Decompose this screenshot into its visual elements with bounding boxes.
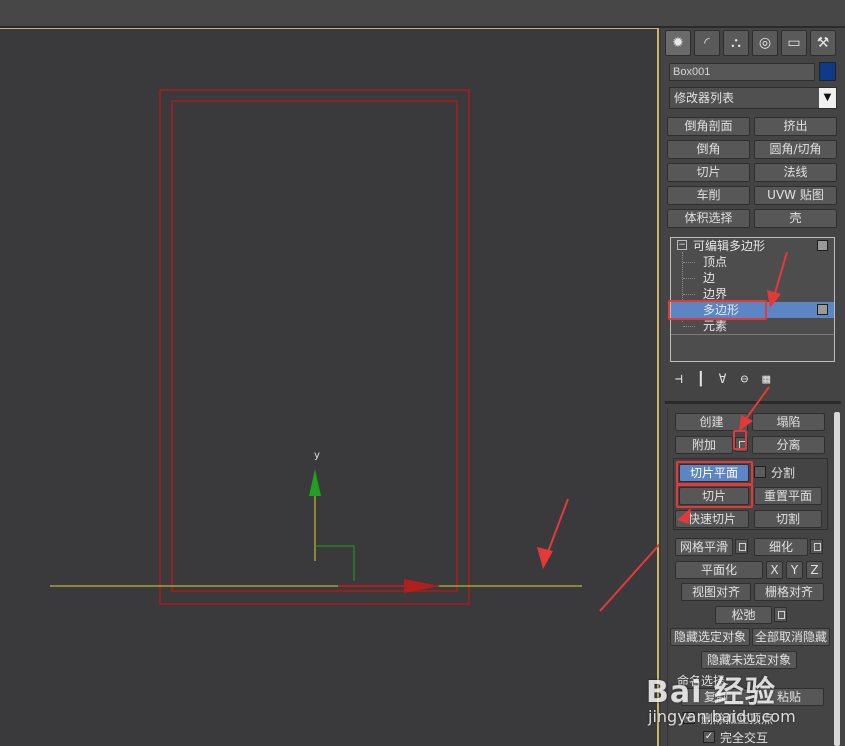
panel-scrollbar-thumb[interactable] [834,412,840,746]
motion-icon[interactable]: ◎ [752,30,778,56]
highlight-slice-plane [676,461,753,485]
show-end-result-icon[interactable] [817,240,828,251]
meshsmooth-settings-icon[interactable] [735,539,748,554]
stack-item-label: 边 [703,271,716,285]
reset-plane-button[interactable]: 重置平面 [754,487,822,505]
modifier-bevel-button[interactable]: 倒角 [667,140,750,159]
annotation-arrow-panel [739,386,770,431]
tessellate-button[interactable]: 细化 [754,538,808,556]
stack-item-vertex[interactable]: 顶点 [671,254,834,270]
modifier-normal-button[interactable]: 法线 [754,163,837,182]
hide-selected-button[interactable]: 隐藏选定对象 [670,628,750,646]
modifier-list-label: 修改器列表 [674,91,735,105]
cut-button[interactable]: 切割 [754,510,822,528]
highlight-polygon-box [668,300,767,320]
utilities-icon[interactable]: ⚒ [810,30,836,56]
quickslice-arrow-head [677,508,691,524]
display-icon[interactable]: ▭ [781,30,807,56]
command-panel-tabs: ✹ ◜ ⛬ ◎ ▭ ⚒ [665,30,836,56]
modifier-bevel-profile-button[interactable]: 倒角剖面 [667,117,750,136]
modifier-vol-select-button[interactable]: 体积选择 [667,209,750,228]
top-toolbar-strip [0,0,845,28]
viewport-canvas [50,89,659,612]
stack-item-element[interactable]: 元素 [671,318,834,334]
modifier-uvw-map-button[interactable]: UVW 贴图 [754,186,837,205]
gizmo-y-label: y [314,450,320,461]
annotation-arrow-head [537,547,553,569]
split-label: 分割 [771,466,796,480]
stack-item-label: 顶点 [703,255,728,269]
view-align-button[interactable]: 视图对齐 [681,583,751,601]
pin-stack-icon[interactable]: ⊣ [675,372,683,387]
create-icon[interactable]: ✹ [665,30,691,56]
modifier-lathe-button[interactable]: 车削 [667,186,750,205]
make-unique-icon[interactable]: ∀ [719,372,727,387]
delete-isolated-label: 删除孤立顶点 [701,712,774,726]
split-checkbox[interactable] [754,466,766,478]
collapse-icon[interactable]: − [677,240,687,250]
modifier-slice-button[interactable]: 切片 [667,163,750,182]
copy-button[interactable]: 复制 [681,688,751,706]
full-interactivity-label: 完全交互 [720,731,769,745]
command-panel: ✹ ◜ ⛬ ◎ ▭ ⚒ Box001 修改器列表 ▼ 倒角剖面 挤出 倒角 圆角… [661,28,845,746]
object-color-swatch[interactable] [819,62,836,81]
hierarchy-icon[interactable]: ⛬ [723,30,749,56]
stack-divider [671,334,834,335]
named-selections-label: 命名选择: [677,674,730,688]
stack-item-editable-poly[interactable]: − 可编辑多边形 [671,238,834,254]
perspective-viewport[interactable]: y [0,28,659,746]
gizmo-plane-handle [315,545,355,581]
relax-settings-icon[interactable] [774,607,787,622]
grid-align-button[interactable]: 栅格对齐 [754,583,824,601]
chevron-down-icon[interactable]: ▼ [819,88,836,108]
panel-scrollbar[interactable] [834,412,840,746]
gizmo-y-arrow [309,469,321,496]
stack-item-label: 可编辑多边形 [693,239,766,253]
hide-unselected-button[interactable]: 隐藏未选定对象 [701,651,797,669]
show-end-result-icon[interactable] [817,304,828,315]
object-name-field[interactable]: Box001 [669,63,815,81]
attach-button[interactable]: 附加 [675,436,733,454]
modifier-chamfer-button[interactable]: 圆角/切角 [754,140,837,159]
modifier-buttons-grid: 倒角剖面 挤出 倒角 圆角/切角 切片 法线 车削 UVW 贴图 体积选择 壳 [667,117,837,228]
relax-button[interactable]: 松弛 [715,606,772,624]
make-planar-x-button[interactable]: X [766,561,783,579]
annotation-arrow-stack [767,251,788,308]
meshsmooth-button[interactable]: 网格平滑 [675,538,733,556]
stack-item-label: 元素 [703,319,728,333]
delete-isolated-checkbox[interactable]: ✓ [683,712,695,724]
make-planar-button[interactable]: 平面化 [675,561,763,579]
highlight-slice-button [676,484,753,508]
quickslice-arrow-line [599,543,659,612]
make-planar-y-button[interactable]: Y [786,561,803,579]
modify-icon[interactable]: ◜ [694,30,720,56]
stack-item-edge[interactable]: 边 [671,270,834,286]
modifier-extrude-button[interactable]: 挤出 [754,117,837,136]
modifier-shell-button[interactable]: 壳 [754,209,837,228]
paste-button[interactable]: 粘贴 [754,688,824,706]
modifier-list-dropdown[interactable]: 修改器列表 ▼ [669,87,837,109]
make-planar-z-button[interactable]: Z [806,561,823,579]
full-interactivity-checkbox[interactable]: ✓ [703,731,715,743]
tessellate-settings-icon[interactable] [810,539,823,554]
unhide-all-button[interactable]: 全部取消隐藏 [752,628,830,646]
detach-button[interactable]: 分离 [752,436,825,454]
show-end-result-icon[interactable]: ┃ [697,372,705,387]
